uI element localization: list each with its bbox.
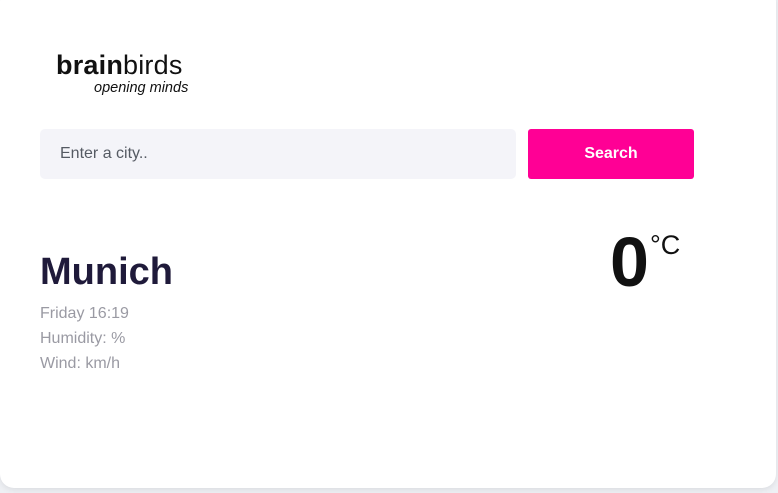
logo-tagline: opening minds bbox=[94, 80, 189, 96]
brainbirds-logo: brainbirds opening minds bbox=[56, 52, 196, 100]
city-search-input[interactable] bbox=[40, 129, 516, 179]
date-time: Friday 16:19 bbox=[40, 305, 129, 322]
logo-wordmark: brainbirds bbox=[56, 52, 183, 79]
humidity: Humidity: % bbox=[40, 330, 126, 347]
logo-wordmark-bold: brain bbox=[56, 50, 124, 80]
temperature-unit: °C bbox=[650, 230, 681, 260]
logo-wordmark-light: birds bbox=[123, 50, 183, 80]
temperature-value: 0 bbox=[610, 223, 649, 301]
weather-card: brainbirds opening minds Search Munich F… bbox=[0, 0, 776, 488]
search-button[interactable]: Search bbox=[528, 129, 694, 179]
wind: Wind: km/h bbox=[40, 355, 121, 372]
city-name: Munich bbox=[40, 251, 173, 293]
